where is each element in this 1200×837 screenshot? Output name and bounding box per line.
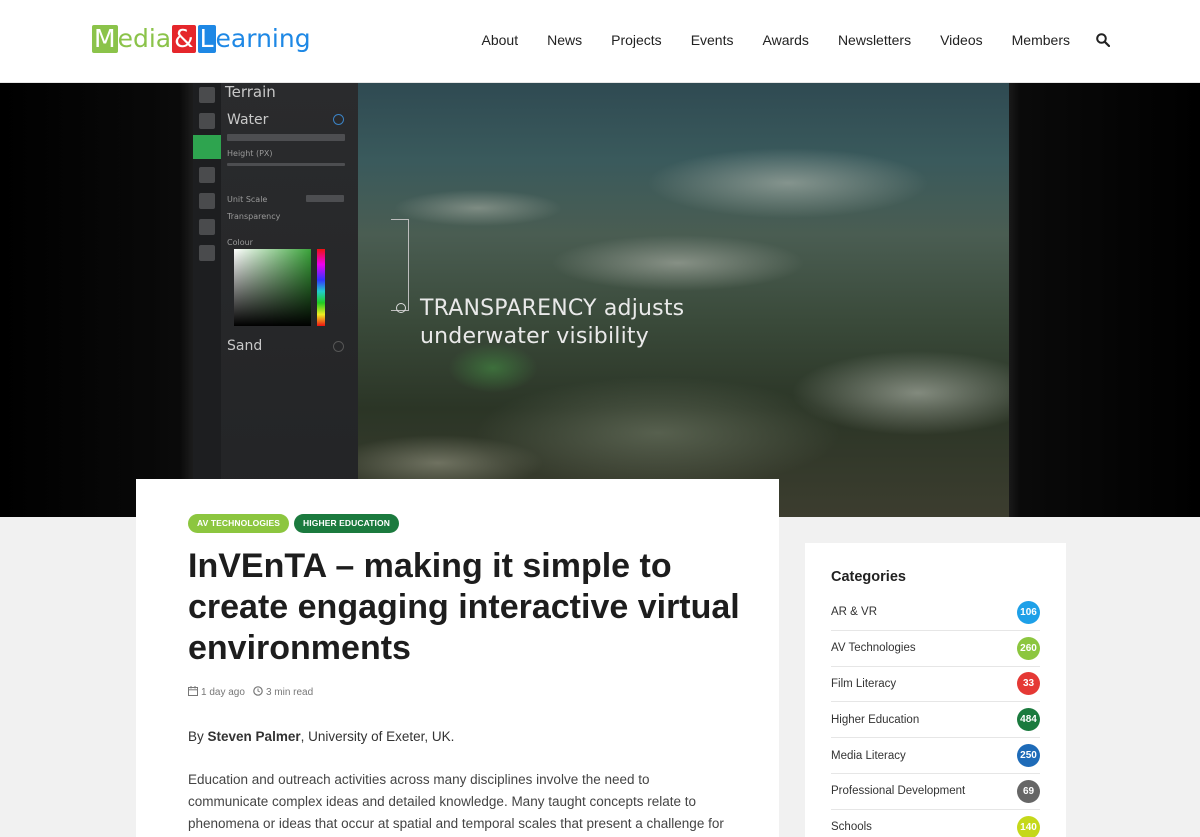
- sun-icon: [199, 193, 215, 209]
- panel-sand-label: Sand: [227, 338, 263, 354]
- category-media-literacy[interactable]: Media Literacy 250: [831, 738, 1040, 774]
- panel-unit-scale-label: Unit Scale: [227, 195, 268, 204]
- article-byline: By Steven Palmer, University of Exeter, …: [188, 729, 454, 744]
- panel-select: [227, 134, 345, 141]
- tag-av-technologies[interactable]: AV TECHNOLOGIES: [188, 514, 290, 533]
- panel-unit-select: [306, 195, 344, 202]
- panel-transparency-label: Transparency: [227, 212, 281, 221]
- category-higher-education[interactable]: Higher Education 484: [831, 702, 1040, 739]
- category-count-badge: 140: [1017, 815, 1040, 837]
- author-name: Steven Palmer: [207, 729, 301, 744]
- nav-newsletters[interactable]: Newsletters: [838, 32, 911, 48]
- app-side-panel: Terrain Water Height (PX) Unit Scale Tra…: [193, 83, 358, 517]
- hero-caption: TRANSPARENCY adjusts underwater visibili…: [420, 295, 684, 351]
- nav-awards[interactable]: Awards: [763, 32, 809, 48]
- sand-toggle-icon: [333, 341, 344, 352]
- article-read-time: 3 min read: [265, 687, 314, 698]
- nav-news[interactable]: News: [547, 32, 582, 48]
- category-count-badge: 260: [1017, 636, 1040, 660]
- logo-earning: earning: [215, 24, 311, 53]
- category-label: Professional Development: [831, 785, 966, 798]
- category-av-technologies[interactable]: AV Technologies 260: [831, 631, 1040, 667]
- tool-strip: [193, 83, 221, 517]
- category-professional-development[interactable]: Professional Development 69: [831, 774, 1040, 810]
- calendar-icon: [188, 686, 198, 699]
- panel-water-label: Water: [227, 112, 269, 128]
- category-film-literacy[interactable]: Film Literacy 33: [831, 667, 1040, 703]
- panel-height-label: Height (PX): [227, 149, 273, 158]
- category-label: AV Technologies: [831, 642, 916, 655]
- folder-icon: [199, 87, 215, 103]
- nav-events[interactable]: Events: [691, 32, 734, 48]
- water-toggle-icon: [333, 114, 344, 125]
- logo-ampersand: &: [172, 24, 196, 53]
- panel-height-slider: [227, 163, 345, 166]
- article-date: 1 day ago: [201, 687, 245, 698]
- categories-widget: Categories AR & VR 106 AV Technologies 2…: [805, 543, 1066, 837]
- clock-icon: [253, 686, 263, 699]
- nav-members[interactable]: Members: [1012, 32, 1070, 48]
- nav-videos[interactable]: Videos: [940, 32, 983, 48]
- category-label: Higher Education: [831, 713, 920, 726]
- category-label: Media Literacy: [831, 749, 906, 762]
- tag-higher-education[interactable]: HIGHER EDUCATION: [294, 514, 399, 533]
- terrain-icon: [193, 135, 221, 159]
- article-body: Education and outreach activities across…: [188, 772, 724, 831]
- author-affiliation: , University of Exeter, UK.: [300, 729, 455, 744]
- category-ar-vr[interactable]: AR & VR 106: [831, 595, 1040, 631]
- panel-colour-label: Colour: [227, 238, 253, 247]
- nav-projects[interactable]: Projects: [611, 32, 662, 48]
- category-schools[interactable]: Schools 140: [831, 810, 1040, 837]
- site-header: Media & Learning About News Projects Event…: [0, 0, 1200, 83]
- article-meta: 1 day ago 3 min read: [188, 686, 313, 699]
- article-title: InVEnTA – making it simple to create eng…: [188, 547, 740, 667]
- categories-list: AR & VR 106 AV Technologies 260 Film Lit…: [831, 595, 1040, 837]
- byline-prefix: By: [188, 729, 204, 744]
- search-icon[interactable]: [1096, 33, 1111, 48]
- hue-slider: [317, 249, 325, 326]
- categories-title: Categories: [831, 569, 906, 585]
- settings-icon: [199, 245, 215, 261]
- caption-line-1: TRANSPARENCY adjusts: [420, 296, 685, 321]
- category-label: AR & VR: [831, 606, 878, 619]
- layers-icon: [199, 167, 215, 183]
- logo-m: M: [92, 24, 118, 53]
- caption-line-2: underwater visibility: [420, 324, 649, 349]
- bookmark-icon: [199, 219, 215, 235]
- category-label: Film Literacy: [831, 677, 897, 690]
- nav-about[interactable]: About: [482, 32, 519, 48]
- article-card: AV TECHNOLOGIES HIGHER EDUCATION InVEnTA…: [136, 479, 779, 837]
- caption-pointer-icon: [396, 303, 406, 313]
- main-nav: About News Projects Events Awards Newsle…: [453, 0, 1111, 80]
- hero-banner: Terrain Water Height (PX) Unit Scale Tra…: [0, 83, 1200, 517]
- colour-picker: [234, 249, 311, 326]
- article-tags: AV TECHNOLOGIES HIGHER EDUCATION: [188, 514, 404, 533]
- caption-bracket: [391, 219, 409, 311]
- category-count-badge: 69: [1017, 779, 1040, 803]
- category-count-badge: 484: [1017, 708, 1040, 732]
- cube-icon: [199, 113, 215, 129]
- site-logo[interactable]: Media & Learning: [92, 24, 311, 54]
- hero-image: Terrain Water Height (PX) Unit Scale Tra…: [193, 83, 1009, 517]
- panel-terrain-label: Terrain: [225, 83, 276, 101]
- category-count-badge: 33: [1017, 672, 1040, 696]
- logo-edia: edia: [117, 24, 172, 53]
- category-count-badge: 250: [1017, 744, 1040, 768]
- logo-l: L: [197, 24, 216, 53]
- category-count-badge: 106: [1017, 600, 1040, 624]
- category-label: Schools: [831, 821, 872, 834]
